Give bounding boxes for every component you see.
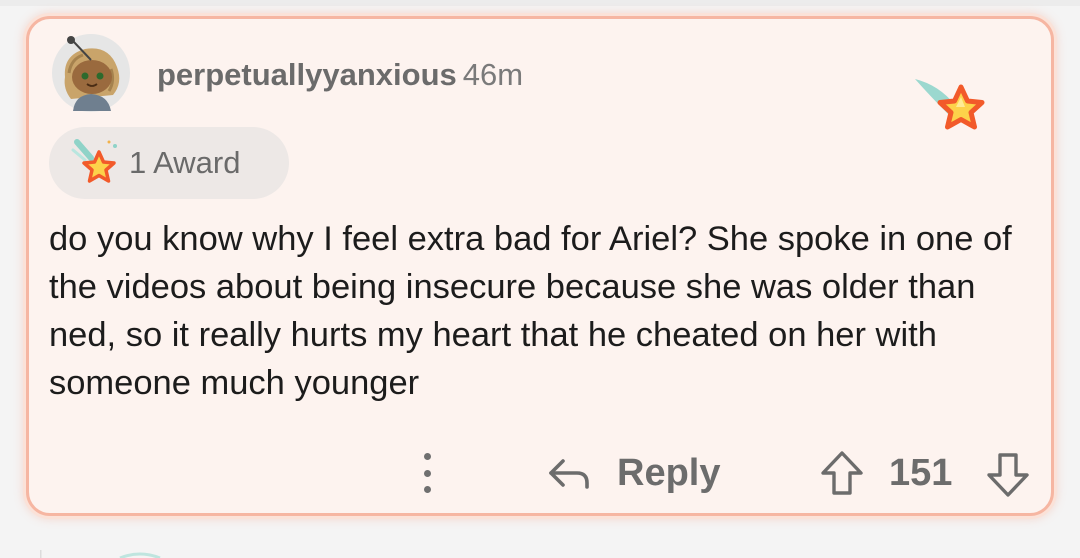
username-link[interactable]: perpetuallyyanxious <box>157 57 457 92</box>
awards-pill[interactable]: 1 Award <box>49 127 289 199</box>
reply-arrow-icon <box>549 459 589 489</box>
more-options-icon <box>423 453 431 460</box>
more-options-dot <box>423 486 431 493</box>
shooting-star-award-icon <box>71 139 117 183</box>
reply-label: Reply <box>617 451 721 494</box>
downvote-arrow-icon[interactable] <box>985 451 1031 499</box>
awards-count-label: 1 Award <box>129 145 241 180</box>
snoo-avatar-icon[interactable] <box>51 33 131 113</box>
comment-meta: perpetuallyyanxious 46m <box>157 57 523 93</box>
upvote-arrow-icon[interactable] <box>819 449 865 497</box>
vote-count: 151 <box>889 452 953 494</box>
reply-button[interactable]: Reply <box>547 447 720 499</box>
comment-text: do you know why I feel extra bad for Ari… <box>49 220 1012 402</box>
more-options-button[interactable] <box>415 449 439 497</box>
comment-card: perpetuallyyanxious 46m 1 Award do you kn… <box>26 16 1054 516</box>
top-divider <box>0 0 1080 6</box>
next-comment-edge <box>40 550 161 558</box>
more-options-dot <box>423 469 431 477</box>
timestamp: 46m <box>462 57 524 92</box>
shooting-star-award-icon <box>915 79 985 130</box>
